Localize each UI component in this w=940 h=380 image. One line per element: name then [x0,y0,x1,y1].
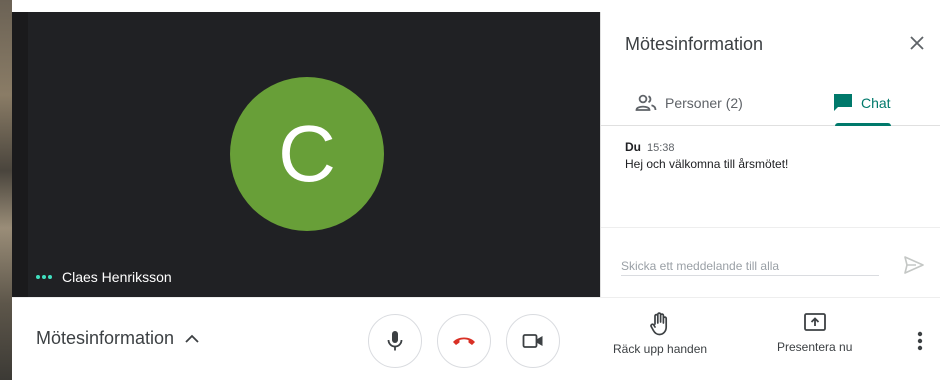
send-message-button[interactable] [901,254,927,276]
participant-label: Claes Henriksson [36,269,172,285]
chat-message: Du 15:38 Hej och välkomna till årsmötet! [625,140,925,171]
message-sender: Du [625,140,641,154]
present-screen-icon [803,313,826,331]
video-tile: C Claes Henriksson [12,12,600,297]
close-panel-button[interactable] [904,30,930,56]
hang-up-icon [453,337,475,345]
active-tab-indicator [835,123,891,126]
chat-messages: Du 15:38 Hej och välkomna till årsmötet! [625,140,925,171]
meeting-info-label: Mötesinformation [36,328,175,348]
meeting-details-panel: Mötesinformation Personer (2) Chat Du 15… [600,12,940,297]
people-icon [635,94,657,111]
send-icon [904,256,924,274]
speaking-indicator-icon [36,275,52,279]
camera-button[interactable] [506,314,560,368]
chat-message-input[interactable] [621,256,879,276]
chevron-up-icon [185,334,199,343]
more-vert-icon [917,331,923,351]
panel-tabs: Personer (2) Chat [601,80,940,126]
tab-people-label: Personer (2) [665,95,743,111]
call-controls-bar: Mötesinformation Räck upp handen Present… [12,297,940,380]
chat-icon [834,94,852,111]
tab-people[interactable]: Personer (2) [635,80,743,126]
microphone-icon [387,331,403,351]
more-options-button[interactable] [910,328,930,354]
raise-hand-label: Räck upp handen [613,342,708,356]
raise-hand-button[interactable]: Räck upp handen [613,312,707,356]
video-camera-icon [522,334,543,348]
message-time: 15:38 [647,142,675,154]
hand-icon [650,312,668,336]
present-now-button[interactable]: Presentera nu [777,312,852,354]
participant-avatar: C [230,77,384,231]
participant-name: Claes Henriksson [62,269,172,285]
video-edge [12,12,28,297]
hang-up-button[interactable] [437,314,491,368]
tab-chat[interactable]: Chat [833,80,891,126]
microphone-button[interactable] [368,314,422,368]
tab-chat-label: Chat [861,95,891,111]
avatar-letter: C [278,109,336,198]
message-text: Hej och välkomna till årsmötet! [625,157,789,171]
panel-title: Mötesinformation [625,34,764,54]
close-icon [910,36,924,50]
present-now-label: Presentera nu [777,340,853,354]
chat-compose [601,227,940,297]
background-edge [0,0,12,380]
meeting-info-toggle[interactable]: Mötesinformation [36,328,200,349]
